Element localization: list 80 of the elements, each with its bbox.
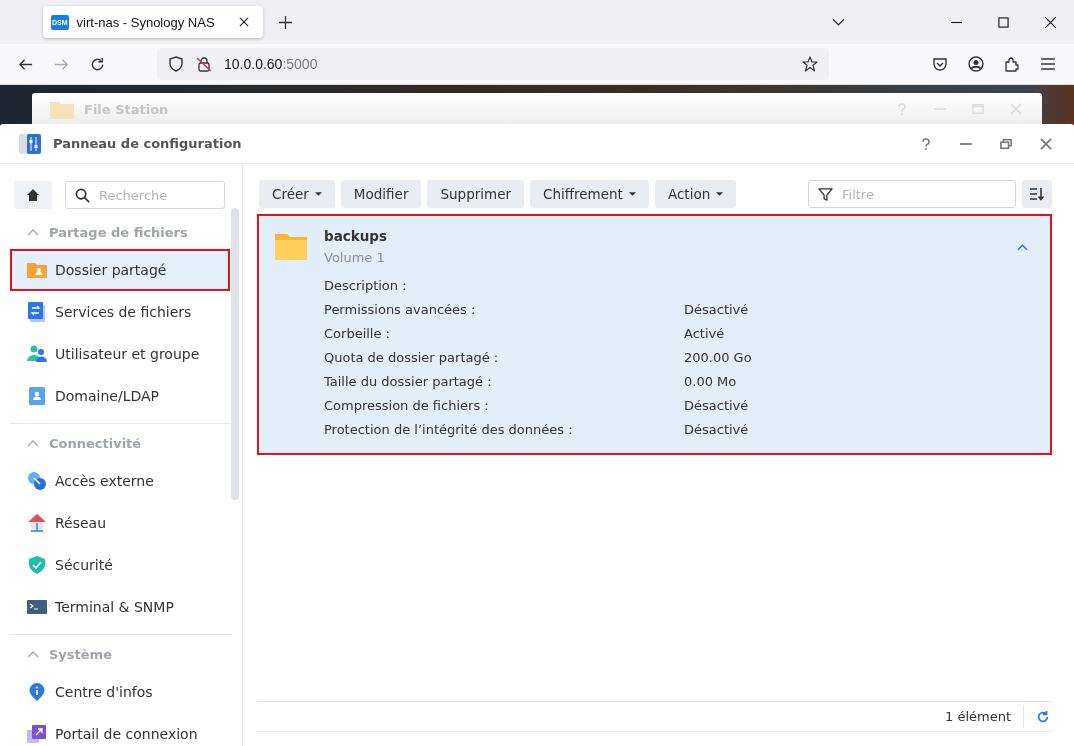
- security-icon: [27, 555, 47, 575]
- search-field[interactable]: Recherche: [65, 181, 225, 209]
- detail-value: Désactivé: [684, 421, 750, 439]
- new-tab-icon[interactable]: [279, 15, 292, 29]
- control-panel-icon: [19, 132, 41, 155]
- shared-folder-card[interactable]: [257, 214, 1052, 455]
- network-icon: [27, 513, 47, 533]
- url-text: 10.0.0.60:5000: [224, 56, 318, 72]
- detail-label: Permissions avancées :: [324, 301, 477, 319]
- toolbar-button[interactable]: Supprimer: [427, 180, 524, 208]
- window-title: Panneau de configuration: [53, 136, 242, 151]
- file-services-icon: [27, 302, 47, 322]
- toolbar-button[interactable]: Créer: [259, 180, 335, 208]
- sidebar-item[interactable]: Portail de connexion: [10, 713, 230, 746]
- close-icon[interactable]: [239, 17, 249, 27]
- sidebar-item[interactable]: Réseau: [10, 502, 230, 544]
- refresh-icon[interactable]: [1036, 709, 1050, 724]
- detail-value: Activé: [684, 325, 726, 343]
- tab-title: virt-nas - Synology NAS: [76, 14, 216, 30]
- reload-icon[interactable]: [90, 56, 105, 72]
- filter-field[interactable]: Filtre: [808, 180, 1016, 208]
- puzzle-icon[interactable]: [1004, 56, 1020, 72]
- sidebar-item[interactable]: Services de fichiers: [10, 291, 230, 333]
- item-count: 1 élément: [945, 705, 1024, 728]
- toolbar-button[interactable]: Chiffrement: [530, 180, 649, 208]
- chevron-down-icon[interactable]: [832, 18, 845, 26]
- menu-icon[interactable]: [1040, 56, 1056, 72]
- users-icon: [27, 344, 47, 364]
- sidebar-item[interactable]: Centre d'infos: [10, 671, 230, 713]
- detail-value: Désactivé: [684, 397, 750, 415]
- detail-value: 0.00 Mo: [684, 373, 738, 391]
- scrollbar-thumb[interactable]: [231, 208, 239, 500]
- toolbar-button[interactable]: Action: [654, 180, 737, 208]
- home-button[interactable]: [14, 181, 52, 209]
- folder-icon: [275, 232, 307, 260]
- home-icon: [26, 188, 40, 202]
- sidebar-item[interactable]: Terminal & SNMP: [10, 586, 230, 628]
- filter-icon: [818, 187, 833, 202]
- sidebar-item[interactable]: Dossier partagé: [10, 249, 230, 291]
- detail-label: Protection de l’intégrité des données :: [324, 421, 574, 439]
- shield-icon[interactable]: [168, 56, 184, 72]
- sidebar-item[interactable]: Accès externe: [10, 460, 230, 502]
- detail-label: Taille du dossier partagé :: [324, 373, 493, 391]
- detail-label: Quota de dossier partagé :: [324, 349, 500, 367]
- chevron-icon: [27, 228, 39, 236]
- sidebar-item[interactable]: Domaine/LDAP: [10, 375, 230, 417]
- account-icon[interactable]: [968, 56, 984, 72]
- close-icon[interactable]: [1045, 16, 1056, 28]
- folder-icon: [50, 99, 74, 119]
- detail-value: Désactivé: [684, 301, 750, 319]
- chevron-icon[interactable]: [1017, 243, 1028, 251]
- sort-icon: [1029, 187, 1045, 201]
- sort-button[interactable]: [1022, 180, 1052, 208]
- detail-label: Corbeille :: [324, 325, 391, 343]
- external-icon: [27, 471, 47, 491]
- restore-icon[interactable]: [1000, 137, 1012, 150]
- terminal-icon: [27, 597, 47, 617]
- caret-icon: [628, 192, 636, 196]
- search-icon: [75, 188, 90, 203]
- sidebar-item[interactable]: Sécurité: [10, 544, 230, 586]
- caret-icon: [314, 192, 322, 196]
- detail-label: Compression de fichiers :: [324, 397, 490, 415]
- maximize-icon[interactable]: [998, 16, 1009, 28]
- volume-label: Volume 1: [324, 250, 386, 265]
- info-icon: [27, 682, 47, 702]
- detail-value: 200.00 Go: [684, 349, 753, 367]
- shared-folder-icon: [27, 260, 47, 280]
- sidebar-item[interactable]: Utilisateur et groupe: [10, 333, 230, 375]
- chevron-icon: [27, 439, 39, 447]
- help-icon[interactable]: [920, 137, 932, 150]
- folder-name: backups: [324, 228, 388, 244]
- toolbar-button[interactable]: Modifier: [340, 180, 422, 208]
- caret-icon: [716, 192, 724, 196]
- address-bar[interactable]: 10.0.0.60:5000: [157, 48, 829, 80]
- chevron-icon: [27, 650, 39, 658]
- domain-icon: [27, 386, 47, 406]
- detail-label: Description :: [324, 277, 408, 295]
- pocket-icon[interactable]: [932, 56, 948, 72]
- crossed-lock-icon[interactable]: [196, 56, 212, 72]
- star-icon[interactable]: [802, 56, 818, 72]
